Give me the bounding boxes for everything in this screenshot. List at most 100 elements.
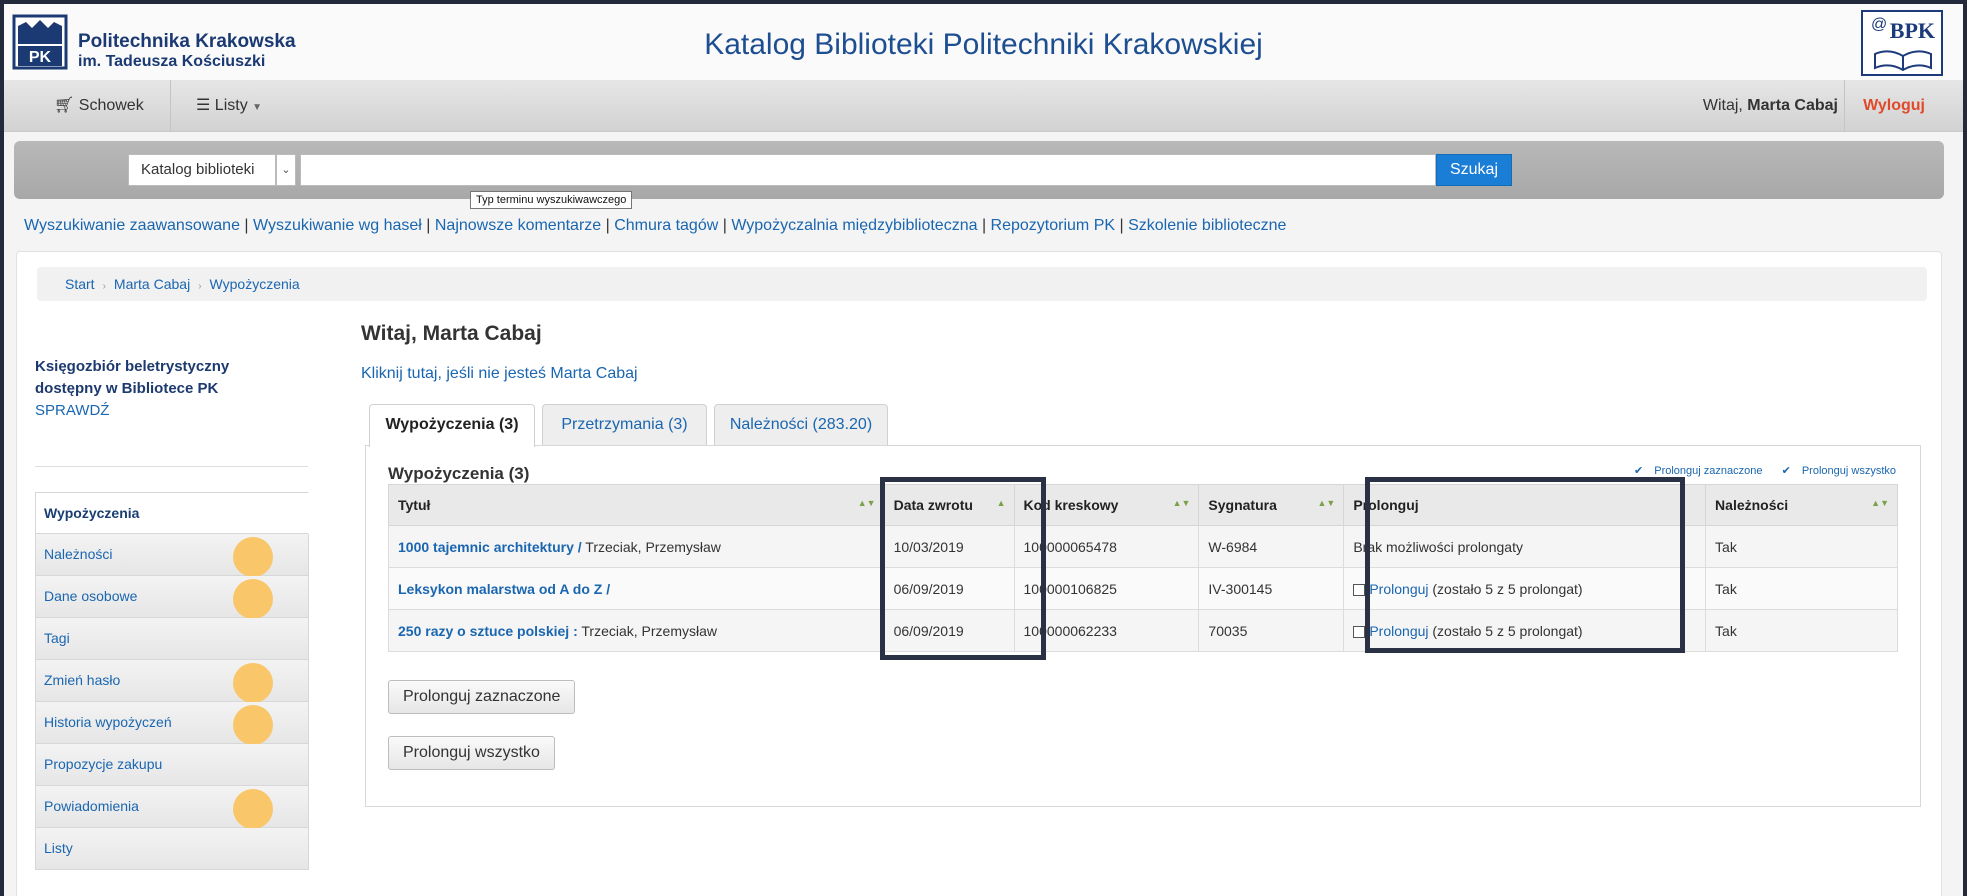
cart-link[interactable]: 🛒︎ Schowek [54, 80, 144, 132]
link-tag-cloud[interactable]: Chmura tagów [614, 217, 718, 234]
link-separator: | [601, 217, 615, 234]
tab-fines[interactable]: Należności (283.20) [714, 404, 888, 446]
sidebar-item-fines[interactable]: Należności [35, 534, 309, 577]
user-menu: Wypożyczenia Należności Dane osobowe Tag… [35, 492, 309, 870]
col-header-barcode[interactable]: Kod kreskowy ▲▼ [1013, 484, 1200, 526]
cell-barcode: 100000065478 [1013, 525, 1200, 568]
link-advanced-search[interactable]: Wyszukiwanie zaawansowane [24, 217, 240, 234]
cell-fines: Tak [1705, 525, 1898, 568]
promo-title[interactable]: Księgozbiór beletrystyczny dostępny w Bi… [35, 356, 275, 400]
link-library-training[interactable]: Szkolenie biblioteczne [1128, 217, 1286, 234]
book-title-link[interactable]: Leksykon malarstwa od A do Z / [398, 581, 610, 597]
marker-dot [233, 537, 273, 577]
sidebar-item-label: Tagi [44, 630, 70, 646]
bpk-logo[interactable]: @ BPK [1861, 10, 1943, 76]
sidebar-item-loans[interactable]: Wypożyczenia [35, 492, 309, 534]
loans-table-title: Wypożyczenia (3) [388, 464, 530, 483]
sidebar-item-lists[interactable]: Listy [35, 828, 309, 870]
renew-link[interactable]: Prolonguj [1369, 581, 1428, 597]
sidebar-item-tags[interactable]: Tagi [35, 618, 309, 660]
sidebar-item-personal-data[interactable]: Dane osobowe [35, 576, 309, 619]
marker-dot [233, 705, 273, 745]
book-title-link[interactable]: 250 razy o sztuce polskiej : [398, 623, 578, 639]
table-row: Leksykon malarstwa od A do Z / 06/09/201… [388, 567, 1898, 610]
search-scope-select[interactable]: Katalog biblioteki [128, 154, 276, 186]
chevron-down-icon[interactable]: ⌄ [276, 154, 296, 186]
caret-down-icon: ▼ [252, 102, 263, 113]
link-separator: | [718, 217, 732, 234]
sidebar-promo: Księgozbiór beletrystyczny dostępny w Bi… [35, 356, 275, 422]
sort-asc-icon: ▲ [996, 498, 1006, 508]
table-row: 1000 tajemnic architektury / Trzeciak, P… [388, 525, 1898, 568]
open-book-icon [1874, 50, 1932, 72]
navbar: 🛒︎ Schowek ☰ Listy ▼ Witaj, Marta Cabaj … [4, 80, 1963, 132]
tab-overdues[interactable]: Przetrzymania (3) [542, 404, 707, 446]
renew-all-link[interactable]: ✔ Prolonguj wszystko [1774, 465, 1896, 477]
sidebar-item-loan-history[interactable]: Historia wypożyczeń [35, 702, 309, 745]
renew-checkbox[interactable] [1353, 625, 1366, 638]
link-interlibrary-loan[interactable]: Wypożyczalnia międzybiblioteczna [731, 217, 977, 234]
promo-link[interactable]: SPRAWDŹ [35, 400, 275, 422]
cell-title: Leksykon malarstwa od A do Z / [388, 567, 885, 610]
cell-call-number: 70035 [1198, 609, 1345, 652]
page: PK Politechnika Krakowska im. Tadeusza K… [4, 4, 1963, 896]
quick-links: Wyszukiwanie zaawansowane | Wyszukiwanie… [24, 217, 1286, 235]
loans-table: Tytuł ▲▼ Data zwrotu ▲ Kod kreskowy ▲▼ Sygn… [388, 484, 1898, 652]
breadcrumb: Start › Marta Cabaj › Wypożyczenia [37, 267, 1927, 301]
sidebar-item-label: Powiadomienia [44, 798, 139, 814]
col-header-fines[interactable]: Należności ▲▼ [1705, 484, 1898, 526]
sidebar-item-label: Propozycje zakupu [44, 756, 163, 772]
sidebar-item-notifications[interactable]: Powiadomienia [35, 786, 309, 829]
marker-dot [233, 579, 273, 619]
search-input[interactable] [300, 154, 1436, 186]
loans-panel: Wypożyczenia (3) ✔ Prolonguj zaznaczone … [365, 445, 1921, 807]
cell-due-date: 10/03/2019 [883, 525, 1015, 568]
marker-dot [233, 789, 273, 829]
breadcrumb-start[interactable]: Start [65, 276, 95, 292]
breadcrumb-current[interactable]: Wypożyczenia [210, 276, 300, 292]
col-header-call-number[interactable]: Sygnatura ▲▼ [1198, 484, 1345, 526]
book-author: Trzeciak, Przemysław [585, 538, 721, 555]
link-recent-comments[interactable]: Najnowsze komentarze [435, 217, 601, 234]
renew-selected-link[interactable]: ✔ Prolonguj zaznaczone [1626, 465, 1763, 477]
col-header-label: Należności [1715, 497, 1789, 513]
sidebar-item-label: Listy [44, 840, 73, 856]
nav-divider [170, 80, 171, 132]
cell-title: 250 razy o sztuce polskiej : Trzeciak, P… [388, 609, 885, 652]
breadcrumb-separator: › [198, 281, 202, 292]
logout-link[interactable]: Wyloguj [1863, 80, 1925, 132]
renew-all-button[interactable]: Prolonguj wszystko [388, 736, 555, 770]
search-bar: Katalog biblioteki ⌄ Szukaj [14, 141, 1944, 199]
renew-status-text: Brak możliwości prolongaty [1353, 538, 1523, 555]
renew-selected-button[interactable]: Prolonguj zaznaczone [388, 680, 576, 714]
bpk-at-sign: @ [1871, 16, 1888, 33]
renew-link[interactable]: Prolonguj [1369, 623, 1428, 639]
lists-dropdown[interactable]: ☰ Listy ▼ [196, 80, 262, 132]
not-you-link[interactable]: Kliknij tutaj, jeśli nie jesteś Marta Ca… [361, 365, 638, 383]
link-repository[interactable]: Repozytorium PK [991, 217, 1116, 234]
link-subject-search[interactable]: Wyszukiwanie wg haseł [253, 217, 422, 234]
col-header-due-date[interactable]: Data zwrotu ▲ [883, 484, 1015, 526]
tab-loans[interactable]: Wypożyczenia (3) [369, 404, 535, 447]
sidebar-item-purchase-suggestions[interactable]: Propozycje zakupu [35, 744, 309, 786]
lists-label: Listy [214, 97, 248, 114]
cart-label: Schowek [78, 97, 144, 114]
bpk-logo-text: BPK [1889, 18, 1935, 43]
sidebar-item-change-password[interactable]: Zmień hasło [35, 660, 309, 703]
col-header-title[interactable]: Tytuł ▲▼ [388, 484, 885, 526]
col-header-label: Data zwrotu [893, 497, 973, 513]
sort-icon: ▲▼ [857, 498, 876, 508]
table-actions: ✔ Prolonguj zaznaczone ✔ Prolonguj wszys… [1618, 464, 1896, 477]
renew-checkbox[interactable] [1353, 583, 1366, 596]
link-separator: | [239, 217, 254, 234]
welcome-user-link[interactable]: Marta Cabaj [1747, 97, 1838, 114]
sidebar-item-label: Wypożyczenia [44, 505, 140, 521]
book-title-link[interactable]: 1000 tajemnic architektury / [398, 539, 582, 555]
page-title: Witaj, Marta Cabaj [361, 322, 542, 345]
search-button[interactable]: Szukaj [1436, 154, 1512, 186]
link-separator: | [977, 217, 991, 234]
breadcrumb-user[interactable]: Marta Cabaj [114, 276, 190, 292]
sort-icon: ▲▼ [1871, 498, 1889, 508]
cell-call-number: IV-300145 [1198, 567, 1345, 610]
search-tooltip: Typ terminu wyszukiwawczego [470, 191, 633, 209]
